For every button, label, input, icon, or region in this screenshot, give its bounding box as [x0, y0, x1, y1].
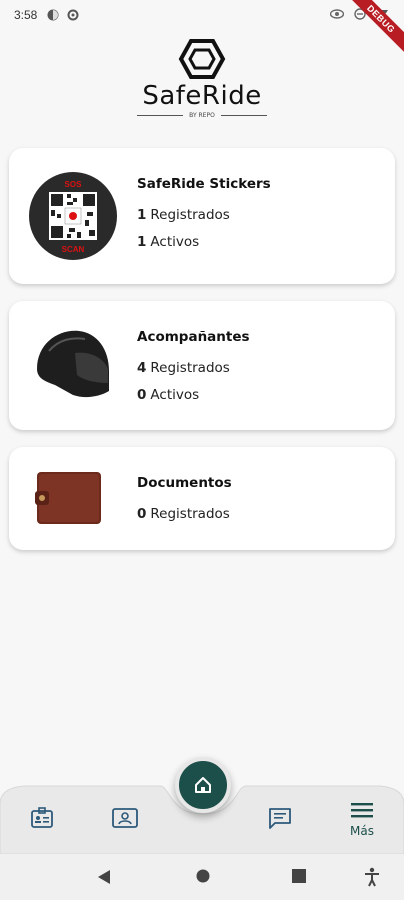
stickers-card[interactable]: SOS SCAN SafeRide Stickers 1 Registrados … — [9, 148, 395, 284]
home-circle-icon[interactable] — [196, 869, 210, 883]
eye-icon — [330, 9, 344, 19]
card-row: 0 Activos — [137, 387, 200, 403]
status-time: 3:58 — [14, 8, 38, 22]
accessibility-icon[interactable] — [364, 867, 380, 887]
card-title: Acompañantes — [137, 329, 250, 345]
chat-icon — [269, 808, 291, 829]
app-logo: SafeRide BY REPO — [0, 38, 404, 119]
card-row: 0 Registrados — [137, 506, 230, 522]
home-button[interactable] — [175, 757, 231, 813]
nav-contact-card[interactable] — [111, 806, 139, 830]
brand-byline: BY REPO — [137, 112, 267, 119]
companions-card[interactable]: Acompañantes 4 Registrados 0 Activos — [9, 301, 395, 430]
card-row: 4 Registrados — [137, 360, 230, 376]
card-row: 1 Activos — [137, 234, 200, 250]
documents-info: Documentos 0 Registrados — [137, 475, 232, 522]
nav-more-label: Más — [350, 824, 374, 838]
wallet-icon — [33, 469, 105, 531]
brand-name: SafeRide — [142, 81, 262, 111]
stickers-info: SafeRide Stickers 1 Registrados 1 Activos — [137, 176, 271, 250]
recents-icon[interactable] — [292, 869, 306, 883]
hexagon-logo-icon — [178, 39, 226, 79]
qr-sticker-icon: SOS SCAN — [29, 172, 117, 264]
card-row: 1 Registrados — [137, 207, 230, 223]
sticker-top-text: SOS — [65, 180, 83, 189]
nav-more[interactable]: Más — [349, 800, 375, 838]
id-badge-icon — [31, 807, 53, 828]
documents-card[interactable]: Documentos 0 Registrados — [9, 447, 395, 550]
settings-icon — [67, 9, 79, 21]
photo-icon — [47, 9, 59, 21]
nav-id-badge[interactable] — [30, 806, 54, 830]
home-icon — [195, 777, 211, 793]
helmet-icon — [29, 321, 113, 409]
sticker-bottom-text: SCAN — [62, 245, 85, 254]
card-title: SafeRide Stickers — [137, 176, 271, 192]
companions-info: Acompañantes 4 Registrados 0 Activos — [137, 329, 250, 403]
nav-chat[interactable] — [267, 806, 293, 830]
back-icon[interactable] — [97, 869, 111, 885]
system-nav — [0, 854, 404, 900]
menu-icon — [351, 803, 373, 818]
card-title: Documentos — [137, 475, 232, 491]
contact-card-icon — [112, 808, 138, 828]
